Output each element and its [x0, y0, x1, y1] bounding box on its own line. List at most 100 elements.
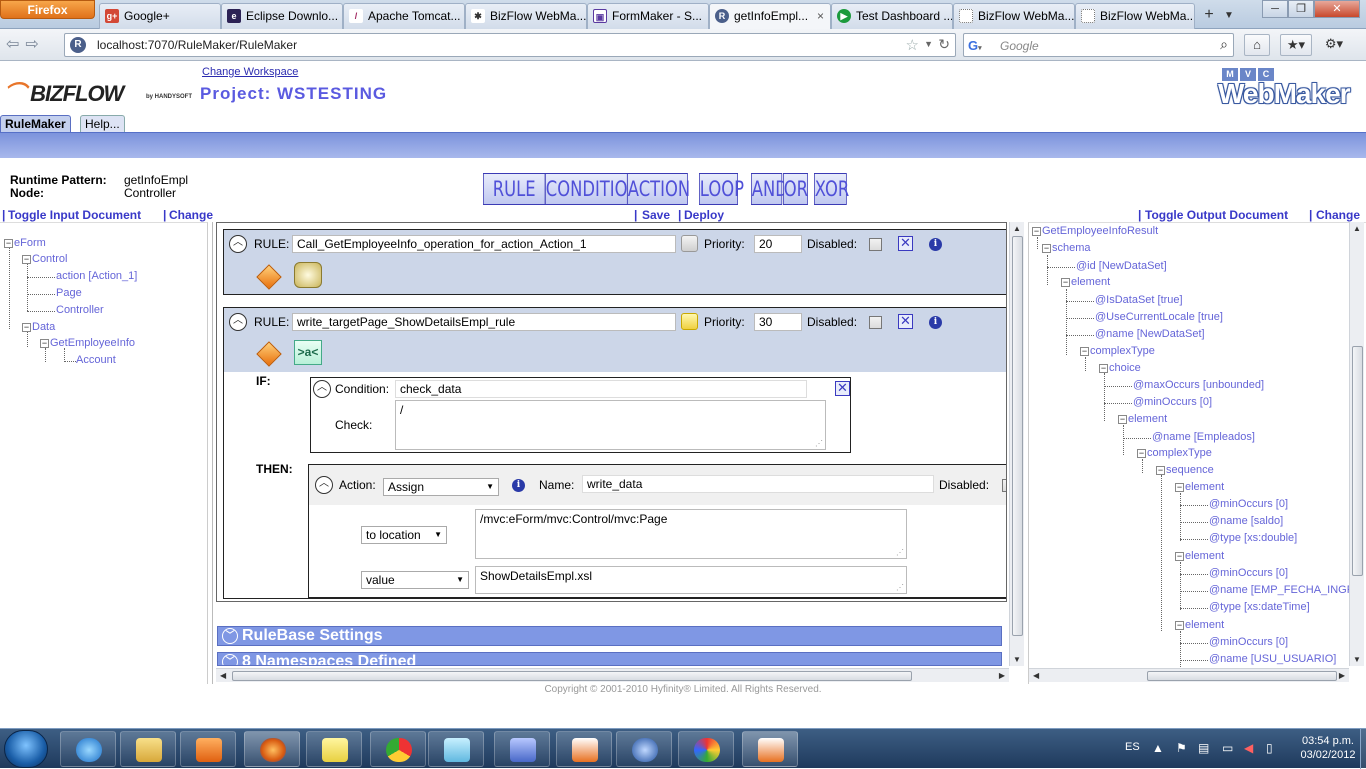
tree-node-element[interactable]: − element: [1175, 619, 1224, 631]
action-disabled-checkbox[interactable]: [1002, 479, 1006, 492]
device-icon[interactable]: ▭: [1222, 741, 1233, 755]
scroll-thumb[interactable]: [1012, 236, 1023, 636]
windows-start-button[interactable]: [4, 730, 48, 768]
scroll-thumb[interactable]: [1352, 346, 1363, 576]
value-select[interactable]: value ▼: [361, 571, 469, 589]
value-textarea[interactable]: ShowDetailsEmpl.xsl ⋰: [475, 566, 907, 594]
tree-node-attr-minoccurs[interactable]: @minOccurs [0]: [1133, 396, 1212, 408]
tree-node-complextype[interactable]: − complexType: [1137, 447, 1212, 459]
battery-icon[interactable]: ▯: [1266, 741, 1273, 755]
addons-icon[interactable]: ⚙▾: [1318, 34, 1350, 56]
maximize-button[interactable]: ❐: [1288, 0, 1314, 18]
forward-arrow-icon[interactable]: ⇨: [25, 36, 44, 53]
right-vertical-scrollbar[interactable]: ▲ ▼: [1349, 222, 1364, 666]
tree-node-attr-type[interactable]: @type [xs:double]: [1209, 532, 1297, 544]
back-arrow-icon[interactable]: ⇦: [6, 36, 25, 53]
change-output-link[interactable]: Change: [1316, 208, 1360, 222]
java-icon[interactable]: [742, 731, 798, 767]
flag-icon[interactable]: ⚑: [1176, 741, 1187, 755]
tree-node-eform[interactable]: − eForm: [4, 237, 46, 249]
action-type-select[interactable]: Assign ▼: [383, 478, 499, 496]
collapse-action-icon[interactable]: ︿: [315, 476, 333, 494]
rule-name-input[interactable]: Call_GetEmployeeInfo_operation_for_actio…: [292, 235, 676, 253]
tab-rulemaker[interactable]: RuleMaker: [0, 115, 71, 133]
browser-tab-google-plus[interactable]: g+ Google+: [99, 3, 221, 29]
deploy-link[interactable]: Deploy: [684, 208, 724, 222]
close-window-button[interactable]: ✕: [1314, 0, 1360, 18]
info-icon[interactable]: i: [929, 316, 942, 329]
volume-muted-icon[interactable]: ◀: [1244, 741, 1253, 755]
back-forward-buttons[interactable]: ⇦⇨: [6, 35, 56, 55]
disabled-checkbox[interactable]: [869, 316, 882, 329]
firefox-icon[interactable]: [244, 731, 300, 767]
tree-node-attr-minoccurs[interactable]: @minOccurs [0]: [1209, 636, 1288, 648]
tree-node-element[interactable]: − element: [1061, 276, 1110, 288]
tree-node-element[interactable]: − element: [1118, 413, 1167, 425]
tree-node-attr-usecurrentlocale[interactable]: @UseCurrentLocale [true]: [1095, 311, 1223, 323]
location-textarea[interactable]: /mvc:eForm/mvc:Control/mvc:Page ⋰: [475, 509, 907, 559]
show-hidden-icons-icon[interactable]: ▲: [1152, 741, 1164, 755]
add-or-button[interactable]: OR: [783, 173, 808, 205]
tree-node-page[interactable]: Page: [56, 287, 82, 299]
sticky-notes-icon[interactable]: [306, 731, 362, 767]
xml-assign-icon[interactable]: >a<: [294, 340, 322, 365]
tree-node-attr-id[interactable]: @id [NewDataSet]: [1076, 260, 1167, 272]
bookmarks-menu-icon[interactable]: ★▾: [1280, 34, 1312, 56]
show-desktop-button[interactable]: [1360, 729, 1366, 769]
browser-tab-test-dashboard[interactable]: ▶ Test Dashboard ...: [831, 3, 953, 29]
tree-node-attr-type[interactable]: @type [xs:dateTime]: [1209, 601, 1310, 613]
action-name-input[interactable]: write_data: [582, 475, 934, 493]
firefox-menu-button[interactable]: Firefox: [0, 0, 95, 19]
minimize-button[interactable]: ─: [1262, 0, 1288, 18]
namespaces-bar[interactable]: ﹀ 8 Namespaces Defined: [217, 652, 1002, 666]
close-tab-icon[interactable]: ×: [817, 4, 824, 28]
tree-node-attr-minoccurs[interactable]: @minOccurs [0]: [1209, 498, 1288, 510]
delete-condition-icon[interactable]: ✕: [835, 381, 850, 396]
tree-node-control[interactable]: − Control: [22, 253, 67, 265]
language-indicator[interactable]: ES: [1125, 741, 1140, 753]
tab-list-dropdown-icon[interactable]: ▼: [1224, 5, 1240, 27]
file-explorer-icon[interactable]: [120, 731, 176, 767]
info-icon[interactable]: i: [512, 479, 525, 492]
search-icon[interactable]: ⌕: [1220, 36, 1228, 53]
tab-help[interactable]: Help...: [80, 115, 125, 133]
priority-input[interactable]: 30: [754, 313, 802, 331]
url-text[interactable]: localhost:7070/RuleMaker/RuleMaker: [97, 38, 297, 52]
scroll-thumb[interactable]: [232, 671, 912, 681]
condition-name-input[interactable]: check_data: [395, 380, 807, 398]
media-player-icon[interactable]: [180, 731, 236, 767]
search-bar[interactable]: G▾ Google ⌕: [963, 33, 1234, 57]
site-identity-icon[interactable]: R: [70, 37, 86, 53]
tree-node-element[interactable]: − element: [1175, 481, 1224, 493]
right-horizontal-scrollbar[interactable]: ◀ ▶: [1029, 668, 1349, 682]
tree-node-action[interactable]: action [Action_1]: [56, 270, 137, 282]
chrome-icon[interactable]: [370, 731, 426, 767]
address-bar[interactable]: R localhost:7070/RuleMaker/RuleMaker ☆ ▼…: [64, 33, 956, 57]
change-workspace-link[interactable]: Change Workspace: [202, 66, 298, 78]
home-icon[interactable]: ⌂: [1244, 34, 1270, 56]
info-icon[interactable]: i: [929, 238, 942, 251]
web-service-call-icon[interactable]: [294, 262, 322, 288]
java-icon[interactable]: [556, 731, 612, 767]
bookmark-star-icon[interactable]: ☆: [906, 36, 919, 54]
location-select[interactable]: to location ▼: [361, 526, 447, 544]
tree-node-attr-isdataset[interactable]: @IsDataSet [true]: [1095, 294, 1183, 306]
check-value[interactable]: /: [400, 403, 403, 417]
notepad-icon[interactable]: [428, 731, 484, 767]
tree-node-complextype[interactable]: − complexType: [1080, 345, 1155, 357]
delete-rule-icon[interactable]: ✕: [898, 314, 913, 329]
tree-node-data[interactable]: − Data: [22, 321, 55, 333]
tree-node-account[interactable]: Account: [76, 354, 116, 366]
tree-node-schema[interactable]: − schema: [1042, 242, 1091, 254]
add-xor-button[interactable]: XOR: [814, 173, 849, 205]
toggle-output-document-link[interactable]: Toggle Output Document: [1145, 208, 1288, 222]
network-icon[interactable]: ▤: [1198, 741, 1209, 755]
tree-node-element[interactable]: − element: [1175, 550, 1224, 562]
rule-notes-icon[interactable]: [681, 313, 698, 330]
location-value[interactable]: /mvc:eForm/mvc:Control/mvc:Page: [480, 512, 667, 526]
tree-node-attr-name[interactable]: @name [EMP_FECHA_INGRE: [1209, 584, 1362, 596]
browser-tab-bizflow-2[interactable]: BizFlow WebMa...: [953, 3, 1075, 29]
tree-node-controller[interactable]: Controller: [56, 304, 104, 316]
collapse-condition-icon[interactable]: ︿: [313, 380, 331, 398]
tree-node-getemployeeinfo[interactable]: − GetEmployeeInfo: [40, 337, 135, 349]
